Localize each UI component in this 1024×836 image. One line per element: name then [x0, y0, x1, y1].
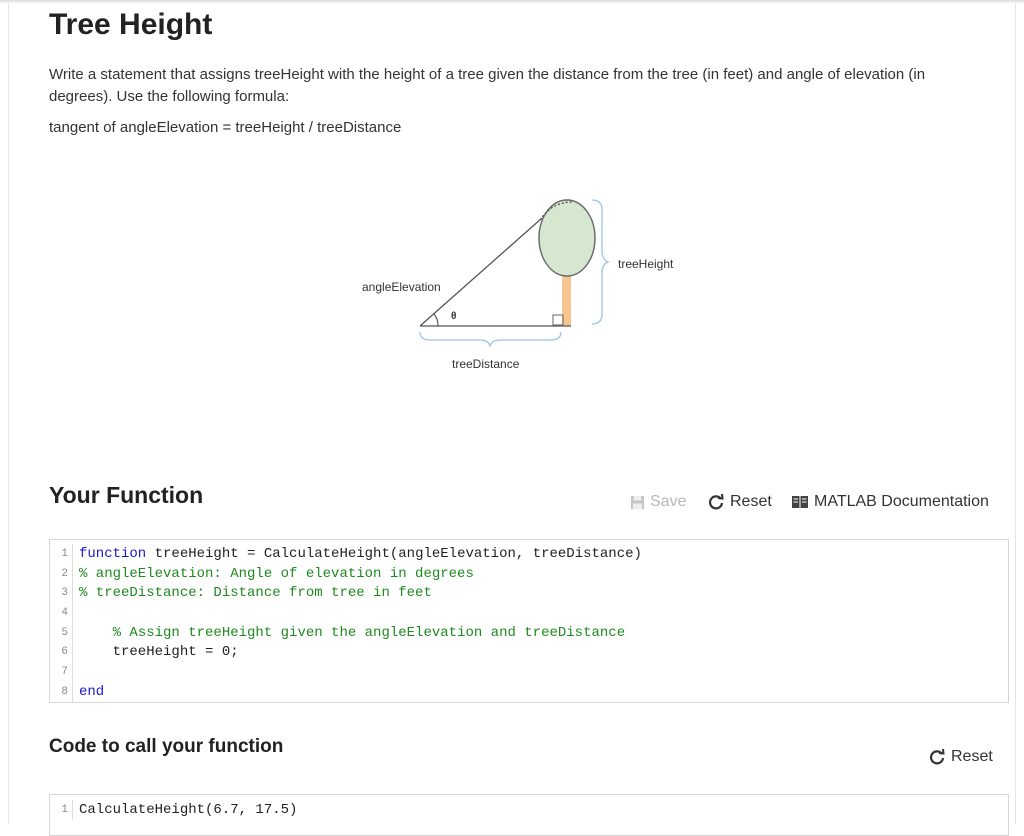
code-line[interactable]: 1 function treeHeight = CalculateHeight(a… — [50, 544, 1008, 564]
function-code-editor[interactable]: 1 function treeHeight = CalculateHeight(a… — [49, 539, 1009, 703]
matlab-documentation-button[interactable]: MATLAB Documentation — [791, 491, 989, 513]
angle-arc — [433, 313, 439, 327]
code-line[interactable]: 7 — [50, 662, 1008, 682]
code-keyword: end — [79, 683, 105, 700]
code-text: CalculateHeight(6.7, 17.5) — [73, 802, 297, 818]
left-border — [8, 0, 9, 824]
line-number: 1 — [50, 544, 73, 564]
code-comment: % Assign treeHeight given the angleEleva… — [112, 624, 626, 641]
code-line[interactable]: 5 % Assign treeHeight given the angleEle… — [50, 622, 1008, 643]
code-text: % angleElevation: Angle of elevation in … — [73, 566, 474, 582]
refresh-icon — [928, 748, 946, 766]
formula-text: tangent of angleElevation = treeHeight /… — [49, 119, 402, 136]
distance-brace — [419, 331, 562, 349]
height-label: treeHeight — [618, 257, 674, 271]
code-keyword: function — [79, 545, 147, 562]
code-line[interactable]: 1 CalculateHeight(6.7, 17.5) — [50, 800, 1008, 820]
line-number: 8 — [50, 681, 73, 702]
angle-label: angleElevation — [362, 280, 441, 294]
code-text: function treeHeight = CalculateHeight(an… — [73, 546, 642, 562]
reset-call-button[interactable]: Reset — [928, 746, 993, 768]
code-text: treeHeight = 0; — [73, 644, 239, 660]
reset-button[interactable]: Reset — [707, 491, 772, 513]
code-line[interactable]: 6 treeHeight = 0; — [50, 642, 1008, 663]
code-comment: % angleElevation: Angle of elevation in … — [79, 565, 474, 582]
right-angle-marker — [552, 314, 564, 326]
theta-symbol: θ — [451, 311, 456, 322]
call-code-editor[interactable]: 1 CalculateHeight(6.7, 17.5) — [49, 794, 1009, 836]
code-line[interactable]: 4 — [50, 603, 1008, 623]
height-brace — [591, 199, 611, 325]
line-number: 3 — [50, 583, 73, 604]
problem-description: Write a statement that assigns treeHeigh… — [49, 66, 926, 105]
line-number: 2 — [50, 563, 73, 584]
code-token: CalculateHeight(6.7, 17.5) — [79, 801, 298, 818]
code-text: % treeDistance: Distance from tree in fe… — [73, 585, 432, 601]
line-number: 1 — [50, 800, 73, 820]
documentation-label: MATLAB Documentation — [814, 493, 989, 510]
refresh-icon — [707, 493, 725, 511]
line-number: 7 — [50, 662, 73, 682]
floppy-disk-icon — [630, 495, 645, 510]
your-function-heading: Your Function — [49, 482, 204, 508]
line-number: 6 — [50, 642, 73, 663]
reset-call-label: Reset — [951, 748, 993, 765]
tree-diagram: θ treeHeight treeDistance angleElevation — [362, 199, 674, 371]
call-function-heading: Code to call your function — [49, 736, 284, 757]
top-shadow — [0, 0, 1024, 4]
code-line[interactable]: 2 % angleElevation: Angle of elevation in… — [50, 563, 1008, 584]
code-token: treeHeight = CalculateHeight(angleElevat… — [146, 545, 642, 562]
code-text: % Assign treeHeight given the angleEleva… — [73, 625, 625, 641]
code-token: treeHeight = 0; — [79, 644, 239, 661]
hypotenuse-line — [419, 217, 543, 327]
right-border — [1015, 0, 1016, 824]
code-line[interactable]: 3 % treeDistance: Distance from tree in f… — [50, 583, 1008, 604]
reset-label: Reset — [730, 493, 772, 510]
book-icon — [791, 495, 809, 509]
page-title: Tree Height — [49, 8, 213, 41]
code-text: end — [73, 684, 104, 700]
line-number: 5 — [50, 622, 73, 643]
distance-label: treeDistance — [452, 357, 520, 371]
save-label: Save — [650, 493, 687, 510]
code-line[interactable]: 8 end — [50, 681, 1008, 702]
code-comment: % treeDistance: Distance from tree in fe… — [79, 585, 432, 602]
tree-foliage — [538, 199, 596, 277]
line-number: 4 — [50, 603, 73, 623]
save-button[interactable]: Save — [630, 491, 686, 513]
